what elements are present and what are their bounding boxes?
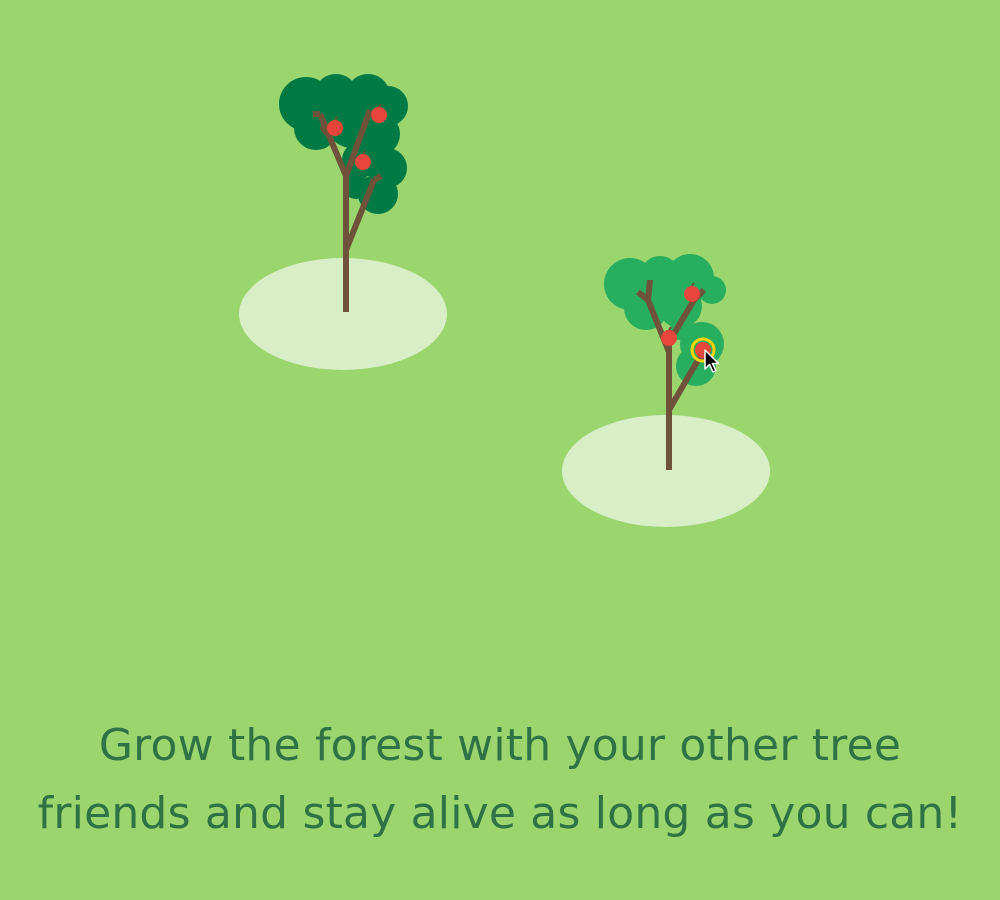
tree-light[interactable] [562,254,770,527]
instruction-message: Grow the forest with your other tree fri… [0,712,1000,848]
game-screen: { "colors": { "grass": "#9bd56d", "tree_… [0,0,1000,900]
instruction-line-2: friends and stay alive as long as you ca… [37,788,963,839]
instruction-line-1: Grow the forest with your other tree [98,720,902,771]
tree-dark[interactable] [239,74,447,370]
